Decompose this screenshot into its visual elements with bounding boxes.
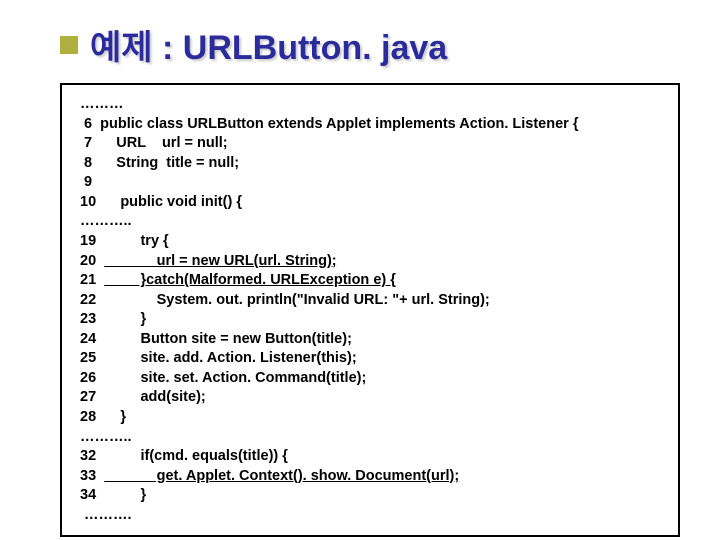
slide-title: 예제 : URLButton. java xyxy=(60,20,680,69)
code-line: 27 add(site); xyxy=(76,388,664,408)
code-line: 21 }catch(Malformed. URLException e) { xyxy=(76,271,664,291)
code-line: 33 get. Applet. Context(). show. Documen… xyxy=(76,467,664,487)
code-line: 22 System. out. println("Invalid URL: "+… xyxy=(76,291,664,311)
code-line: 10 public void init() { xyxy=(76,193,664,213)
code-line: 25 site. add. Action. Listener(this); xyxy=(76,349,664,369)
code-line: 32 if(cmd. equals(title)) { xyxy=(76,447,664,467)
code-line: ……….. xyxy=(76,212,664,232)
code-text: get. Applet. Context(). show. Document(u… xyxy=(104,468,459,484)
code-text: url = new URL(url. String); xyxy=(104,253,336,269)
code-line: 23 } xyxy=(76,310,664,330)
code-line: 8 String title = null; xyxy=(76,154,664,174)
code-line: 24 Button site = new Button(title); xyxy=(76,330,664,350)
title-text: 예제 : URLButton. java xyxy=(90,20,447,69)
code-line: 6 public class URLButton extends Applet … xyxy=(76,115,664,135)
title-bullet-icon xyxy=(60,36,78,54)
code-line: 28 } xyxy=(76,408,664,428)
code-line: 9 xyxy=(76,173,664,193)
code-line: 34 } xyxy=(76,486,664,506)
line-number: 33 xyxy=(76,468,104,484)
code-line: ……….. xyxy=(76,428,664,448)
slide: 예제 : URLButton. java ……… 6 public class … xyxy=(0,0,720,540)
line-number: 21 xyxy=(76,272,104,288)
code-text: }catch(Malformed. URLException e) { xyxy=(104,272,396,288)
code-line: 19 try { xyxy=(76,232,664,252)
code-line: 26 site. set. Action. Command(title); xyxy=(76,369,664,389)
code-line: 7 URL url = null; xyxy=(76,134,664,154)
line-number: 20 xyxy=(76,253,104,269)
code-line: 20 url = new URL(url. String); xyxy=(76,252,664,272)
code-block: ……… 6 public class URLButton extends App… xyxy=(60,83,680,537)
code-line: ………. xyxy=(76,506,664,526)
code-line: ……… xyxy=(76,95,664,115)
